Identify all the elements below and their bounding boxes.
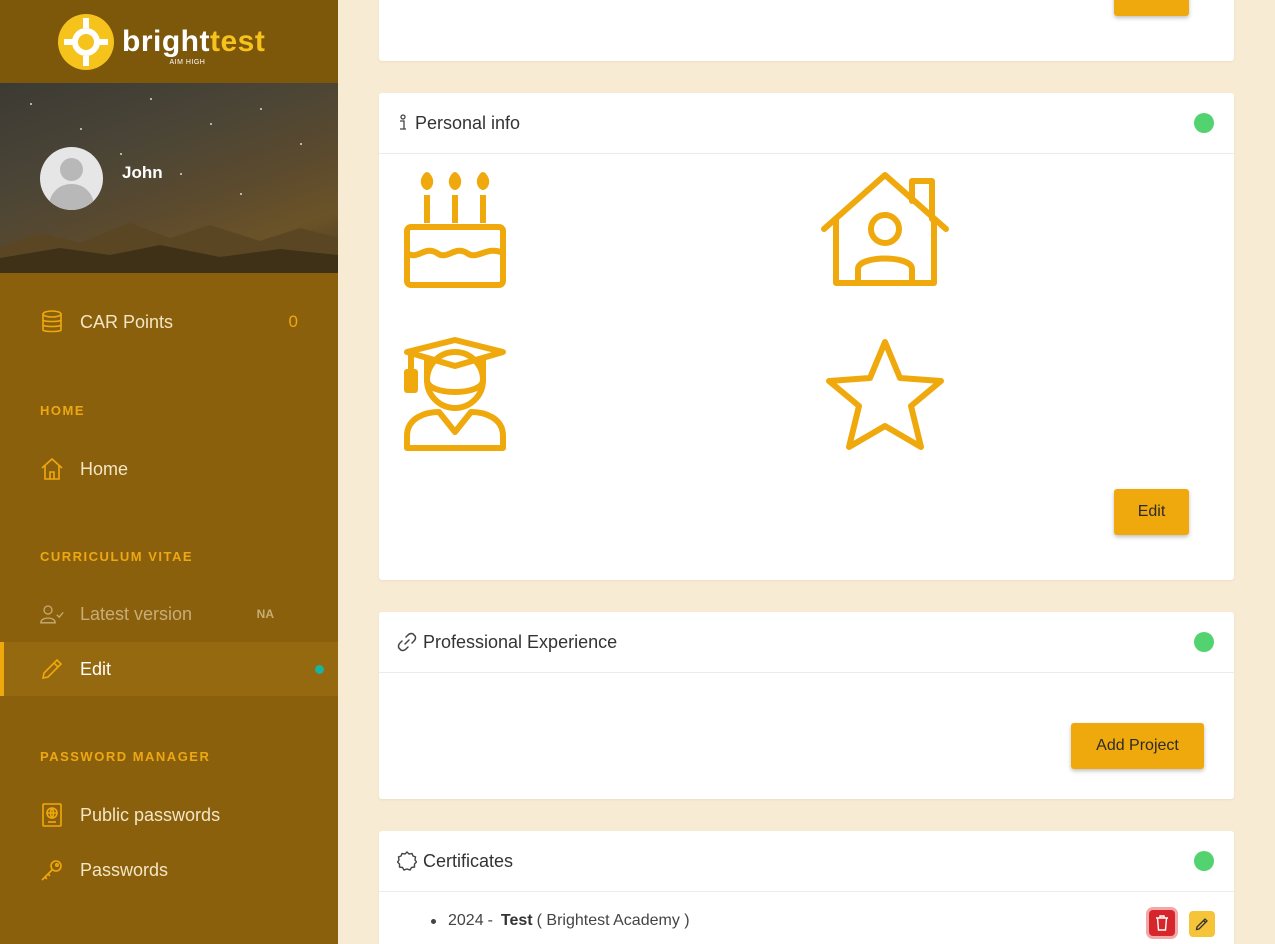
trash-icon [1156,915,1168,931]
card-top-partial [379,0,1234,61]
delete-certificate-button[interactable] [1149,910,1175,936]
pencil-icon [40,657,64,681]
birthday-cake-icon[interactable] [403,171,507,289]
edit-personal-info-button[interactable]: Edit [1114,489,1189,535]
home-profile-icon[interactable] [820,171,950,289]
top-card-button[interactable] [1114,0,1189,16]
sidebar-item-label: Home [80,458,129,479]
status-indicator [1194,632,1214,652]
brightest-logo-icon [58,13,114,70]
latest-version-badge: NA [256,607,274,621]
section-heading-home: HOME [40,403,85,418]
passport-icon [40,803,64,827]
list-bullet [431,918,436,924]
card-title: Personal info [415,112,521,133]
status-indicator [1194,851,1214,871]
sidebar-item-public-passwords[interactable]: Public passwords [0,788,338,842]
card-professional-experience: Professional Experience Add Project [379,612,1234,799]
card-personal-info: Personal info Edit [379,93,1234,580]
link-icon [397,632,417,652]
active-indicator [315,664,324,674]
mountains-image [0,223,338,273]
sidebar-item-edit[interactable]: Edit [0,642,338,696]
sidebar-item-label: Public passwords [80,804,221,825]
certificate-year: 2024 [448,912,484,929]
sidebar-item-home[interactable]: Home [0,442,338,496]
certificate-badge-icon [397,851,417,871]
status-indicator [1194,113,1214,133]
section-heading-cv: CURRICULUM VITAE [40,549,194,564]
brand-logo[interactable]: brighttest AIM HIGH [0,0,338,83]
certificate-name: Test [500,912,533,929]
card-title: Professional Experience [423,631,618,652]
sidebar-item-latest-version[interactable]: Latest version NA [0,587,338,641]
sidebar-item-label: CAR Points [80,311,174,332]
car-points-count: 0 [288,312,298,331]
brand-tagline: AIM HIGH [169,58,206,66]
user-banner: John [0,83,338,273]
card-header-personal-info: Personal info [379,93,1234,154]
card-header-certificates: Certificates [379,831,1234,892]
card-header-professional-experience: Professional Experience [379,612,1234,673]
pencil-icon [1195,918,1208,931]
edit-certificate-button[interactable] [1189,911,1215,937]
graduate-icon[interactable] [403,336,507,454]
card-title: Certificates [423,850,514,871]
avatar[interactable] [40,147,103,210]
info-icon [397,114,409,132]
star-icon[interactable] [823,336,947,454]
sidebar: brighttest AIM HIGH John CAR Points 0 HO… [0,0,338,944]
sidebar-item-label: Latest version [80,603,193,624]
sidebar-item-passwords[interactable]: Passwords [0,843,338,897]
certificate-separator: - [487,912,493,929]
section-heading-password: PASSWORD MANAGER [40,749,211,764]
home-icon [40,457,64,481]
add-project-button[interactable]: Add Project [1071,723,1204,769]
sidebar-item-label: Edit [80,658,112,679]
certificate-issuer: ( Brightest Academy ) [536,912,690,929]
brand-name: brighttest [122,24,266,58]
certificate-list-item: 2024 - Test ( Brightest Academy ) [431,912,690,930]
sidebar-item-car-points[interactable]: CAR Points 0 [0,295,338,349]
user-name: John [122,163,163,182]
database-icon [40,310,64,334]
user-check-icon [40,602,64,626]
key-icon [40,858,64,882]
sidebar-item-label: Passwords [80,859,169,880]
